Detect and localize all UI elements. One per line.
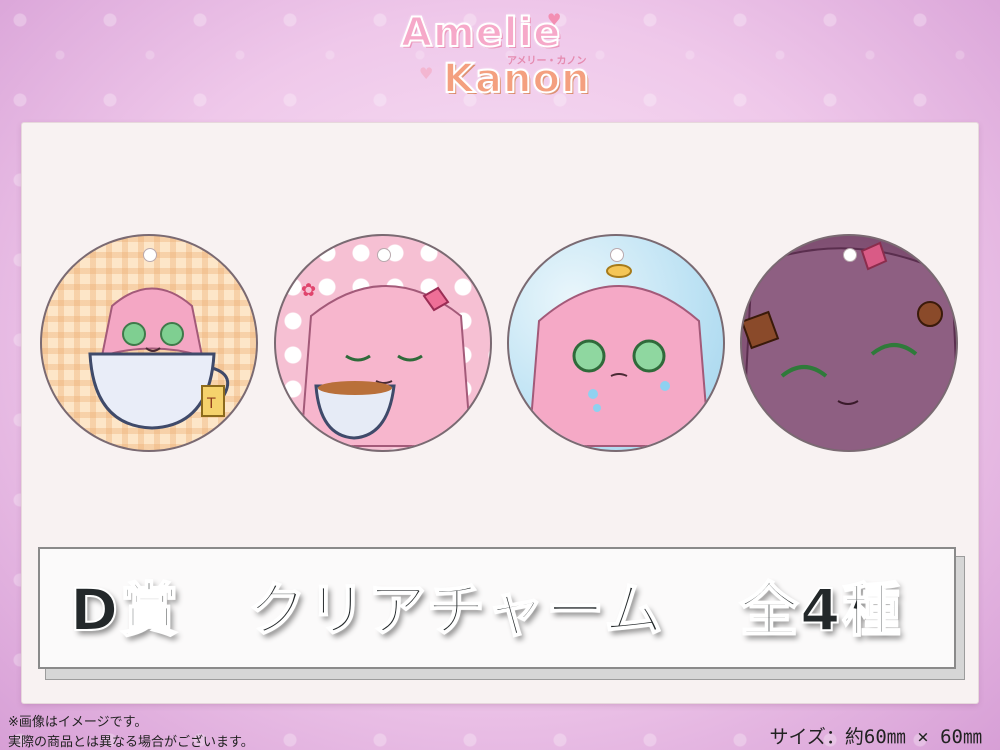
tea-drinking-charm: ✿ bbox=[274, 234, 492, 452]
charm-hole bbox=[377, 248, 391, 262]
teacup-charm: T bbox=[40, 234, 258, 452]
logo-line1: Amelie bbox=[400, 9, 562, 57]
logo-kana: アメリー・カノン bbox=[507, 56, 587, 67]
variant-count: 全4種 bbox=[739, 575, 903, 645]
closeup-charm bbox=[740, 234, 958, 452]
svg-text:T: T bbox=[206, 396, 216, 412]
teary-charm bbox=[507, 234, 725, 452]
svg-text:✿: ✿ bbox=[301, 280, 316, 301]
heart-icon: ♥ bbox=[419, 64, 434, 83]
brand-logo: Amelie Kanon アメリー・カノン ♥ ♥ bbox=[395, 6, 610, 106]
character-teary-eyes-icon bbox=[527, 264, 711, 447]
heart-icon: ♥ bbox=[547, 10, 562, 29]
disclaimer-line2: 実際の商品とは異なる場合がございます。 bbox=[8, 735, 254, 750]
character-closeup-smile-icon bbox=[742, 241, 956, 450]
prize-label: D賞 bbox=[69, 575, 181, 645]
size-label: サイズ：約60㎜ × 60㎜ bbox=[769, 726, 982, 748]
item-name: クリアチャーム bbox=[247, 575, 665, 645]
character-in-teacup-icon: T bbox=[88, 287, 229, 430]
charm-hole bbox=[843, 248, 857, 262]
charm-hole bbox=[610, 248, 624, 262]
prize-banner: D賞 クリアチャーム 全4種 bbox=[38, 547, 956, 669]
character-holding-tea-icon: ✿ bbox=[299, 280, 473, 447]
disclaimer-line1: ※画像はイメージです。 bbox=[8, 715, 148, 730]
charm-hole bbox=[143, 248, 157, 262]
